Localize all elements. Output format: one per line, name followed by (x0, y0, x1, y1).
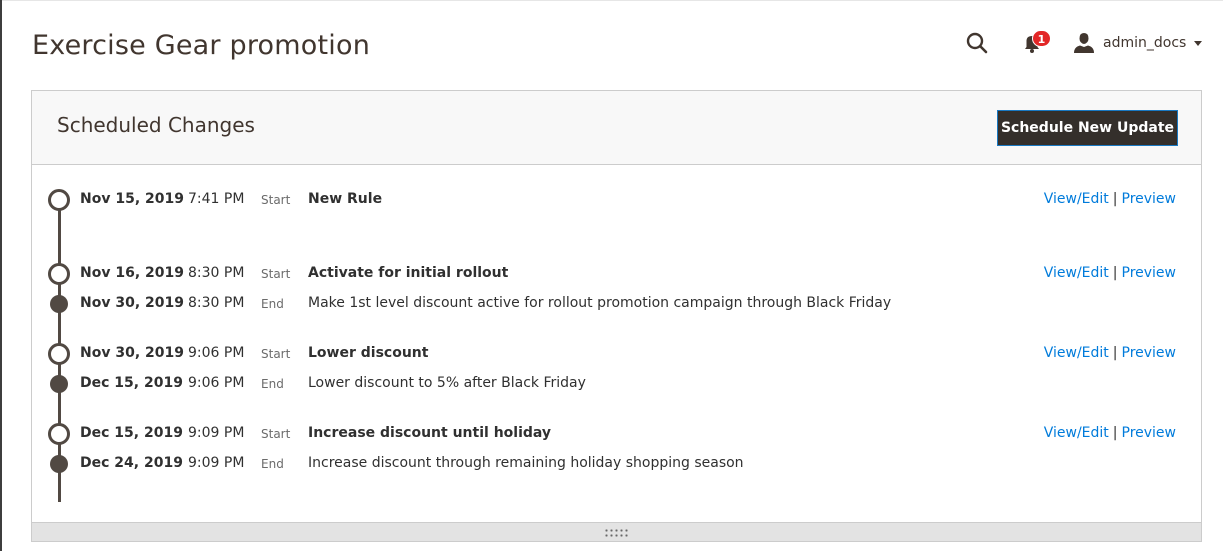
panel-header: Scheduled Changes Schedule New Update (32, 91, 1201, 165)
timeline-row-start: Nov 15, 2019 7:41 PM Start New Rule View… (32, 188, 1201, 212)
left-border (0, 0, 2, 551)
end-date: Nov 30, 2019 (80, 295, 184, 311)
end-time: 8:30 PM (188, 295, 245, 311)
start-date: Nov 16, 2019 (80, 265, 184, 281)
end-label: End (261, 457, 284, 471)
preview-link[interactable]: Preview (1122, 345, 1177, 361)
page-title: Exercise Gear promotion (32, 30, 370, 61)
update-description: Lower discount to 5% after Black Friday (308, 375, 586, 391)
update-name: Lower discount (308, 345, 429, 361)
timeline-start-node (48, 343, 70, 365)
header-actions: 1 admin_docs (960, 28, 1210, 58)
end-date: Dec 15, 2019 (80, 375, 183, 391)
scheduled-changes-panel: Scheduled Changes Schedule New Update No… (31, 90, 1202, 542)
end-label: End (261, 377, 284, 391)
top-border (0, 0, 1223, 1)
start-date: Dec 15, 2019 (80, 425, 183, 441)
update-name: Increase discount until holiday (308, 425, 552, 441)
start-date: Nov 30, 2019 (80, 345, 184, 361)
timeline-start-node (48, 423, 70, 445)
end-label: End (261, 297, 284, 311)
preview-link[interactable]: Preview (1122, 425, 1177, 441)
timeline-end-node (50, 455, 68, 473)
view-edit-link[interactable]: View/Edit (1044, 265, 1109, 281)
timeline-end-node (50, 295, 68, 313)
update-description: Increase discount through remaining holi… (308, 455, 744, 471)
timeline-row-end: Dec 15, 2019 9:06 PM End Lower discount … (32, 372, 1201, 396)
end-time: 9:09 PM (188, 455, 245, 471)
start-label: Start (261, 427, 291, 441)
link-separator: | (1112, 425, 1118, 441)
start-time: 8:30 PM (188, 265, 245, 281)
panel-title: Scheduled Changes (57, 113, 255, 137)
panel-resize-handle[interactable] (32, 522, 1201, 541)
end-date: Dec 24, 2019 (80, 455, 183, 471)
start-label: Start (261, 193, 291, 207)
link-separator: | (1112, 191, 1118, 207)
timeline-start-node (48, 263, 70, 285)
view-edit-link[interactable]: View/Edit (1044, 345, 1109, 361)
update-name: Activate for initial rollout (308, 265, 509, 281)
end-time: 9:06 PM (188, 375, 245, 391)
grip-dots-icon (604, 528, 630, 537)
timeline-start-node (48, 189, 70, 211)
update-actions: View/Edit | Preview (1044, 345, 1176, 361)
preview-link[interactable]: Preview (1122, 265, 1177, 281)
start-date: Nov 15, 2019 (80, 191, 184, 207)
link-separator: | (1112, 345, 1118, 361)
update-actions: View/Edit | Preview (1044, 425, 1176, 441)
start-label: Start (261, 267, 291, 281)
timeline-row-start: Nov 16, 2019 8:30 PM Start Activate for … (32, 262, 1201, 286)
view-edit-link[interactable]: View/Edit (1044, 191, 1109, 207)
user-name: admin_docs (1103, 35, 1187, 51)
timeline-row-start: Nov 30, 2019 9:06 PM Start Lower discoun… (32, 342, 1201, 366)
search-button[interactable] (965, 31, 989, 55)
link-separator: | (1112, 265, 1118, 281)
start-time: 7:41 PM (188, 191, 245, 207)
schedule-new-update-button[interactable]: Schedule New Update (997, 110, 1178, 146)
update-name: New Rule (308, 191, 383, 207)
timeline-row-end: Nov 30, 2019 8:30 PM End Make 1st level … (32, 292, 1201, 316)
view-edit-link[interactable]: View/Edit (1044, 425, 1109, 441)
timeline-row-end: Dec 24, 2019 9:09 PM End Increase discou… (32, 452, 1201, 476)
start-label: Start (261, 347, 291, 361)
update-actions: View/Edit | Preview (1044, 265, 1176, 281)
user-menu[interactable]: admin_docs (1074, 30, 1203, 56)
start-time: 9:06 PM (188, 345, 245, 361)
timeline-row-start: Dec 15, 2019 9:09 PM Start Increase disc… (32, 422, 1201, 446)
start-time: 9:09 PM (188, 425, 245, 441)
search-icon (966, 32, 988, 54)
timeline-end-node (50, 375, 68, 393)
update-actions: View/Edit | Preview (1044, 191, 1176, 207)
update-description: Make 1st level discount active for rollo… (308, 295, 892, 311)
preview-link[interactable]: Preview (1122, 191, 1177, 207)
notification-count-badge: 1 (1032, 30, 1051, 47)
user-icon (1074, 33, 1094, 53)
chevron-down-icon (1194, 40, 1203, 46)
